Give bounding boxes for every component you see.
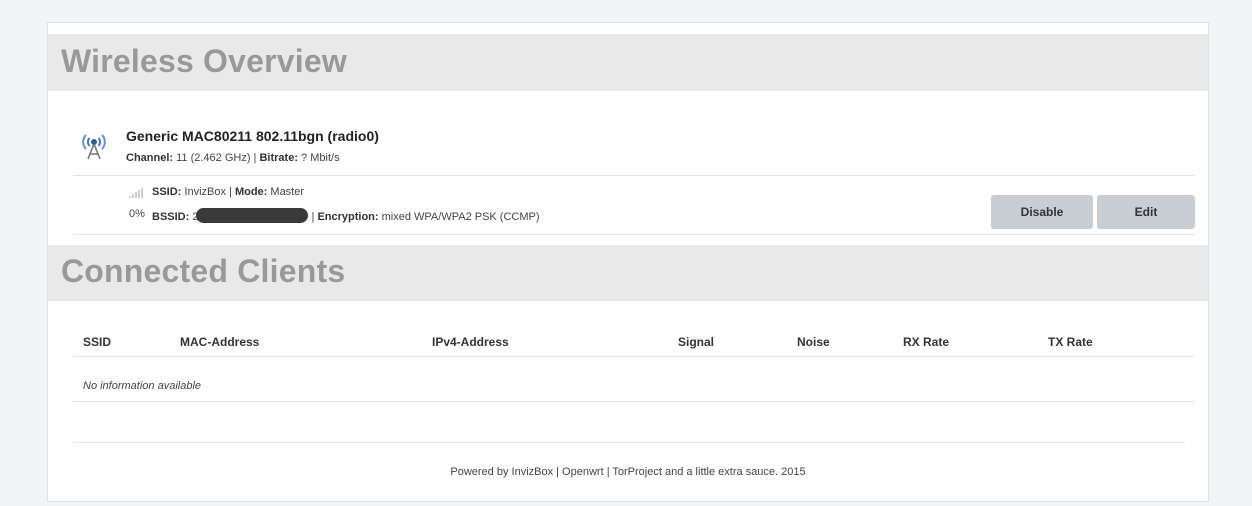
table-bottom-divider [73, 401, 1195, 402]
column-ipv4-address: IPv4-Address [432, 335, 509, 349]
column-noise: Noise [797, 335, 830, 349]
connected-clients-header: Connected Clients [48, 245, 1208, 301]
signal-percent: 0% [129, 208, 145, 220]
wifi-radio-icon [82, 134, 106, 160]
column-signal: Signal [678, 335, 715, 349]
ssid-label: SSID: [152, 186, 182, 198]
column-mac-address: MAC-Address [180, 335, 260, 349]
disable-button[interactable]: Disable [991, 195, 1093, 229]
wireless-overview-header: Wireless Overview [48, 34, 1208, 91]
encryption-label: Encryption: [317, 211, 379, 223]
footer-text: Powered by InvizBox | Openwrt | TorProje… [450, 466, 806, 478]
footer-divider [73, 442, 1185, 443]
channel-value: 11 (2.462 GHz) | [173, 152, 260, 164]
column-tx-rate: TX Rate [1048, 335, 1093, 349]
bitrate-value: ? Mbit/s [298, 152, 340, 164]
bssid-redaction [196, 208, 309, 223]
wireless-network-row: 0% SSID: InvizBox | Mode: Master BSSID: … [73, 177, 1195, 233]
wireless-overview-title: Wireless Overview [61, 43, 347, 79]
encryption-value: mixed WPA/WPA2 PSK (CCMP) [378, 211, 540, 223]
bssid-label: BSSID: [152, 211, 190, 223]
column-ssid: SSID [83, 335, 112, 349]
table-header-divider [73, 356, 1195, 357]
network-divider [73, 234, 1195, 235]
network-ssid-line: SSID: InvizBox | Mode: Master [152, 186, 304, 198]
radio-device: Generic MAC80211 802.11bgn (radio0) Chan… [81, 126, 1196, 174]
edit-button[interactable]: Edit [1097, 195, 1195, 229]
radio-divider [73, 175, 1195, 176]
empty-table-message: No information available [83, 380, 202, 392]
radio-info: Channel: 11 (2.462 GHz) | Bitrate: ? Mbi… [126, 152, 340, 164]
connected-clients-title: Connected Clients [61, 253, 346, 289]
channel-label: Channel: [126, 152, 174, 164]
mode-label: Mode: [234, 186, 268, 198]
main-card: Wireless Overview Generic MAC80211 802.1… [47, 22, 1209, 502]
bitrate-label: Bitrate: [259, 152, 298, 164]
mode-value: Master [267, 186, 305, 198]
column-rx-rate: RX Rate [903, 335, 950, 349]
ssid-value: InvizBox | [181, 186, 235, 198]
radio-name: Generic MAC80211 802.11bgn (radio0) [126, 128, 379, 144]
signal-bars-icon [129, 188, 143, 198]
network-bssid-line: BSSID: 2 | Encryption: mixed WPA/WPA2 PS… [152, 208, 540, 223]
